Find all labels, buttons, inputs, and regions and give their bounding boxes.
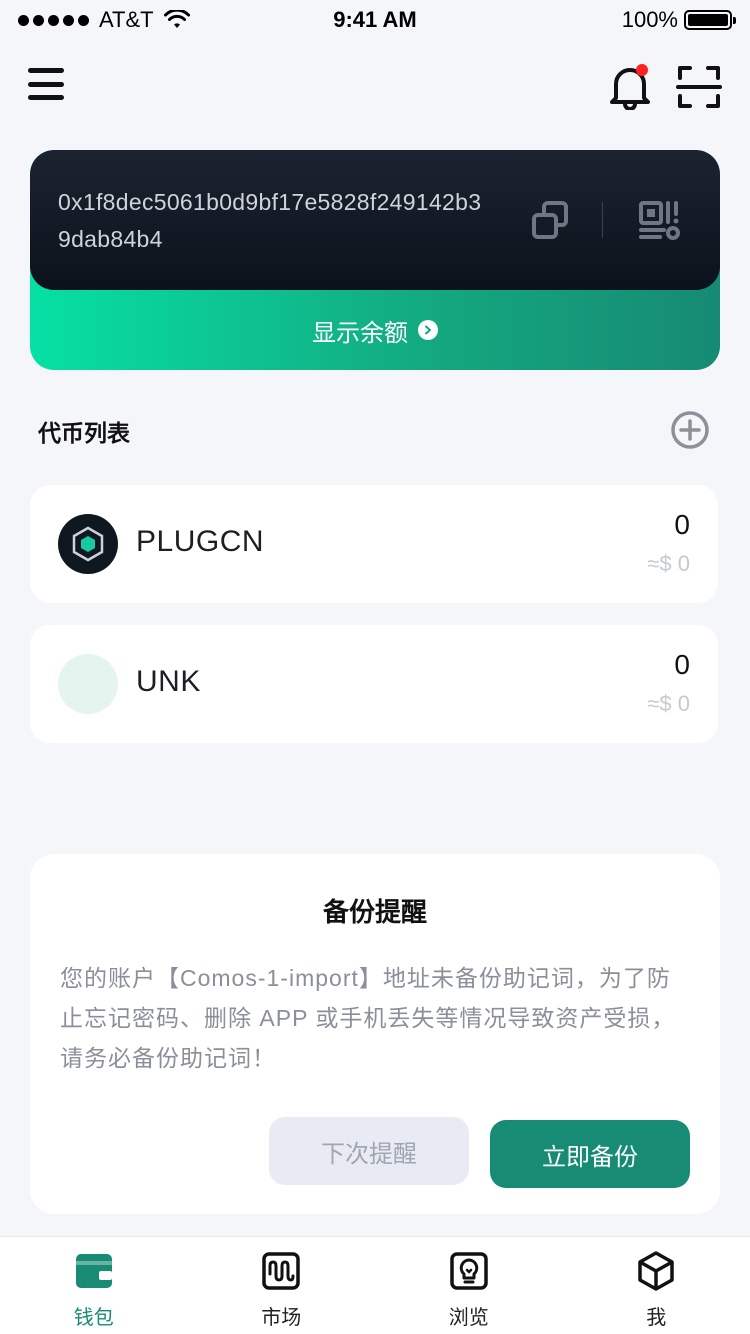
tab-label: 钱包 xyxy=(73,1307,114,1329)
header xyxy=(0,56,750,116)
copy-address-button[interactable] xyxy=(530,200,570,240)
battery-icon xyxy=(684,10,736,30)
show-balance-label: 显示余额 xyxy=(312,319,408,347)
backup-reminder-card: 备份提醒 您的账户【Comos-1-import】地址未备份助记词，为了防止忘记… xyxy=(30,854,720,1214)
tab-wallet[interactable]: 钱包 xyxy=(0,1237,188,1334)
wallet-icon xyxy=(74,1251,114,1291)
market-icon xyxy=(261,1251,301,1291)
scan-icon xyxy=(676,66,722,108)
copy-icon xyxy=(532,201,568,239)
battery-percent: 100% xyxy=(621,7,678,32)
add-circle-icon xyxy=(671,411,709,449)
menu-icon[interactable] xyxy=(28,66,64,102)
status-bar: AT&T 9:41 AM 100% xyxy=(0,0,750,40)
tab-label: 我 xyxy=(646,1307,667,1329)
profile-icon xyxy=(636,1251,676,1291)
wallet-card: 0x1f8dec5061b0d9bf17e5828f249142b39dab84… xyxy=(30,150,720,370)
backup-message: 您的账户【Comos-1-import】地址未备份助记词，为了防止忘记密码、删除… xyxy=(60,965,676,1071)
add-token-button[interactable] xyxy=(670,410,710,450)
token-name: PLUGCN xyxy=(136,525,265,558)
tab-profile[interactable]: 我 xyxy=(563,1237,750,1334)
signal-icon xyxy=(18,14,89,26)
tab-label: 市场 xyxy=(261,1307,302,1329)
wifi-icon xyxy=(163,10,190,28)
tab-browse[interactable]: 浏览 xyxy=(375,1237,563,1334)
remind-later-button[interactable]: 下次提醒 xyxy=(269,1117,469,1185)
carrier-label: AT&T xyxy=(99,7,154,32)
tab-market[interactable]: 市场 xyxy=(188,1237,376,1334)
token-row-unk[interactable]: UNK 0 ≈$ 0 xyxy=(30,625,718,743)
notification-dot xyxy=(636,64,648,76)
backup-title: 备份提醒 xyxy=(322,897,427,927)
qr-code-icon xyxy=(639,201,680,240)
backup-now-button[interactable]: 立即备份 xyxy=(490,1120,690,1188)
unk-token-icon xyxy=(58,654,118,714)
scan-button[interactable] xyxy=(676,64,722,110)
browse-icon xyxy=(449,1251,489,1291)
tab-label: 浏览 xyxy=(448,1307,489,1329)
wallet-address-panel: 0x1f8dec5061b0d9bf17e5828f249142b39dab84… xyxy=(30,150,720,290)
status-right: 100% xyxy=(621,7,736,33)
token-name: UNK xyxy=(136,665,201,698)
token-amount: 0 xyxy=(674,649,690,680)
chevron-right-icon xyxy=(418,320,438,340)
token-list-title: 代币列表 xyxy=(38,420,130,446)
wallet-address: 0x1f8dec5061b0d9bf17e5828f249142b39dab84… xyxy=(58,189,482,252)
notification-button[interactable] xyxy=(608,62,652,111)
token-amount: 0 xyxy=(674,509,690,540)
show-balance-button[interactable]: 显示余额 xyxy=(30,290,720,370)
card-divider xyxy=(602,202,603,238)
token-row-plugcn[interactable]: PLUGCN 0 ≈$ 0 xyxy=(30,485,718,603)
qr-code-button[interactable] xyxy=(638,200,680,240)
plugcn-token-icon xyxy=(58,514,118,574)
token-fiat-value: ≈$ 0 xyxy=(647,691,690,716)
status-left: AT&T xyxy=(18,7,190,33)
token-fiat-value: ≈$ 0 xyxy=(647,551,690,576)
tab-bar: 钱包 市场 浏览 我 xyxy=(0,1236,750,1334)
bell-icon xyxy=(610,64,650,111)
